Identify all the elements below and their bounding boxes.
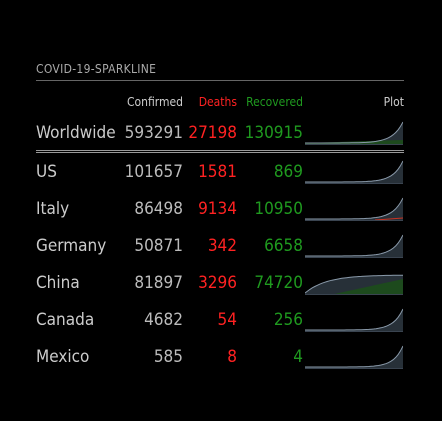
cell-plot (303, 190, 404, 227)
header-name (36, 81, 120, 115)
header-deaths: Deaths (198, 95, 237, 109)
cell-recovered: 4 (293, 346, 303, 367)
sparkline-plot (305, 274, 403, 295)
sparkline-area (305, 234, 403, 258)
sparkline-plot (305, 121, 403, 145)
cell-recovered: 130915 (237, 115, 303, 153)
cell-deaths: 342 (207, 235, 237, 256)
cell-confirmed: 593291 (120, 115, 183, 153)
cell-deaths: 8 (227, 346, 237, 367)
sparkline-plot (305, 197, 403, 221)
cell-deaths: 54 (217, 309, 237, 330)
cell-plot (303, 152, 404, 191)
sparkline-plot (305, 160, 403, 184)
cell-deaths: 1581 (198, 161, 237, 182)
sparkline-area (305, 345, 403, 369)
cell-recovered: 6658 (264, 235, 303, 256)
header-recovered: Recovered (246, 95, 303, 109)
sparkline-plot (305, 345, 403, 369)
header-plot: Plot (383, 95, 404, 109)
cell-plot (303, 301, 404, 338)
table-row: US 101657 1581 869 (36, 152, 404, 191)
table-row: Canada 4682 54 256 (36, 301, 404, 338)
table-row: Germany 50871 342 6658 (36, 227, 404, 264)
cell-name: US (36, 161, 57, 182)
sparkline-area (305, 308, 403, 332)
cell-plot (303, 338, 404, 375)
cell-confirmed: 585 (153, 346, 183, 367)
cell-name: China (36, 272, 80, 293)
header-confirmed: Confirmed (126, 95, 183, 109)
table-body: Worldwide 593291 27198 130915 US 101657 1581 86… (36, 115, 404, 375)
cell-confirmed: 50871 (134, 235, 183, 256)
cell-name: Canada (36, 309, 95, 330)
cell-name: Mexico (36, 346, 90, 367)
table-row: China 81897 3296 74720 (36, 264, 404, 301)
cell-plot (303, 264, 404, 301)
cell-recovered: 10950 (254, 198, 303, 219)
cell-deaths: 3296 (198, 272, 237, 293)
cell-plot (303, 227, 404, 264)
header-row: Confirmed Deaths Recovered Plot (36, 81, 404, 115)
stats-table: Confirmed Deaths Recovered Plot Worldwid… (36, 81, 404, 375)
table-row: Worldwide 593291 27198 130915 (36, 115, 404, 153)
cell-confirmed: 4682 (144, 309, 183, 330)
cell-deaths: 9134 (198, 198, 237, 219)
sparkline-plot (305, 234, 403, 258)
cell-deaths: 27198 (183, 115, 237, 153)
table-row: Mexico 585 8 4 (36, 338, 404, 375)
cell-recovered: 256 (273, 309, 303, 330)
sparkline-area (305, 160, 403, 184)
table-row: Italy 86498 9134 10950 (36, 190, 404, 227)
cell-confirmed: 101657 (124, 161, 183, 182)
sparkline-plot (305, 308, 403, 332)
widget-title: COVID-19-SPARKLINE (36, 62, 404, 81)
cell-name: Germany (36, 235, 107, 256)
cell-plot (303, 115, 404, 153)
cell-recovered: 869 (273, 161, 303, 182)
cell-name: Italy (36, 198, 70, 219)
sparkline-area (305, 197, 403, 221)
cell-confirmed: 86498 (134, 198, 183, 219)
covid-sparkline-widget: COVID-19-SPARKLINE Confirmed Deaths Reco… (36, 62, 404, 375)
cell-recovered: 74720 (254, 272, 303, 293)
cell-confirmed: 81897 (134, 272, 183, 293)
cell-name: Worldwide (36, 115, 120, 153)
